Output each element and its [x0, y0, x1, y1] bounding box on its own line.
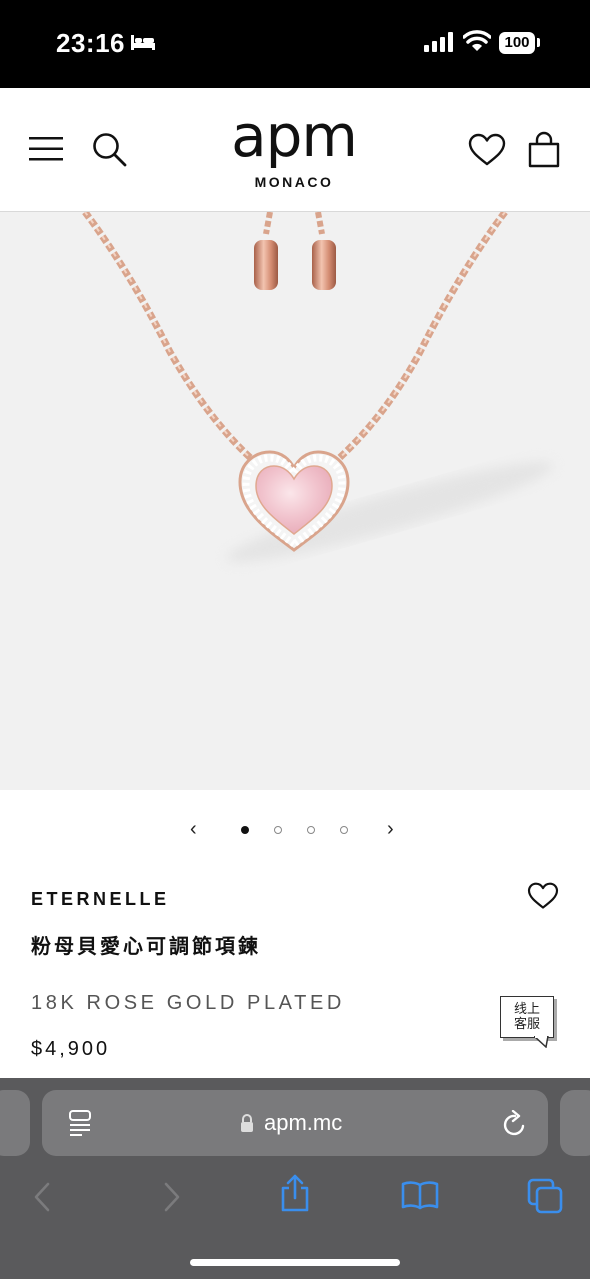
battery-indicator: 100 — [499, 32, 535, 54]
brand-logo-subtitle: MONACO — [254, 174, 334, 190]
product-price: $4,900 — [31, 1038, 111, 1060]
brand-logo[interactable]: apm MONACO — [224, 102, 364, 190]
online-support-bubble: 线上 客服 — [500, 996, 554, 1038]
back-arrow-icon[interactable] — [32, 1182, 52, 1212]
address-bar[interactable]: apm.mc — [42, 1090, 548, 1156]
forward-arrow-icon[interactable] — [162, 1182, 182, 1212]
necklace-illustration — [82, 212, 554, 562]
carousel-dot-2[interactable] — [274, 826, 282, 834]
battery-nub — [537, 38, 540, 47]
site-header: apm MONACO — [0, 88, 590, 212]
image-carousel-controls: ‹ › — [0, 812, 590, 848]
home-indicator[interactable] — [190, 1259, 400, 1266]
carousel-dot-4[interactable] — [340, 826, 348, 834]
online-support-button[interactable]: 线上 客服 — [500, 996, 558, 1048]
brand-logo-text: apm — [231, 102, 358, 170]
lock-icon — [241, 1114, 253, 1132]
carousel-prev-button[interactable]: ‹ — [190, 818, 197, 841]
tabs-overview-icon[interactable] — [527, 1178, 563, 1214]
product-collection: ETERNELLE — [31, 889, 170, 909]
carousel-dot-1[interactable] — [241, 826, 249, 834]
previous-tab-preview[interactable] — [0, 1090, 30, 1156]
browser-toolbar: apm.mc — [0, 1078, 590, 1279]
wishlist-heart-icon[interactable] — [468, 133, 506, 167]
bookmarks-book-icon[interactable] — [401, 1180, 439, 1210]
wifi-icon — [463, 30, 491, 51]
next-tab-preview[interactable] — [560, 1090, 590, 1156]
reader-page-icon[interactable] — [68, 1110, 92, 1138]
product-image[interactable] — [0, 212, 590, 790]
cellular-signal-icon — [424, 32, 453, 52]
product-material: 18K ROSE GOLD PLATED — [31, 992, 345, 1014]
support-label-line1: 线上 — [513, 1002, 540, 1017]
speech-tail-icon — [534, 1036, 549, 1048]
product-name: 粉母貝愛心可調節項鍊 — [31, 934, 261, 958]
support-label-line2: 客服 — [513, 1017, 540, 1032]
address-url[interactable]: apm.mc — [264, 1110, 342, 1136]
share-icon[interactable] — [279, 1174, 311, 1212]
carousel-dot-3[interactable] — [307, 826, 315, 834]
reload-icon[interactable] — [502, 1110, 528, 1138]
status-bar: 23:16 100 — [0, 0, 590, 88]
status-time: 23:16 — [56, 28, 125, 58]
carousel-next-button[interactable]: › — [387, 818, 394, 841]
search-icon[interactable] — [92, 132, 128, 168]
shopping-bag-icon[interactable] — [527, 131, 561, 169]
menu-icon[interactable] — [29, 137, 63, 161]
sleep-bed-icon — [131, 35, 155, 50]
add-to-wishlist-heart-icon[interactable] — [527, 882, 559, 910]
